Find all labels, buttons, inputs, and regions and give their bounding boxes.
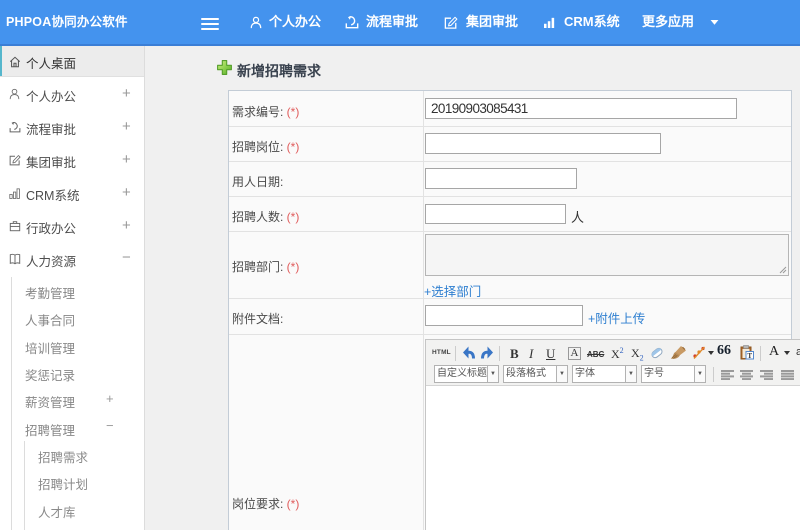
svg-text:T: T <box>747 352 752 360</box>
